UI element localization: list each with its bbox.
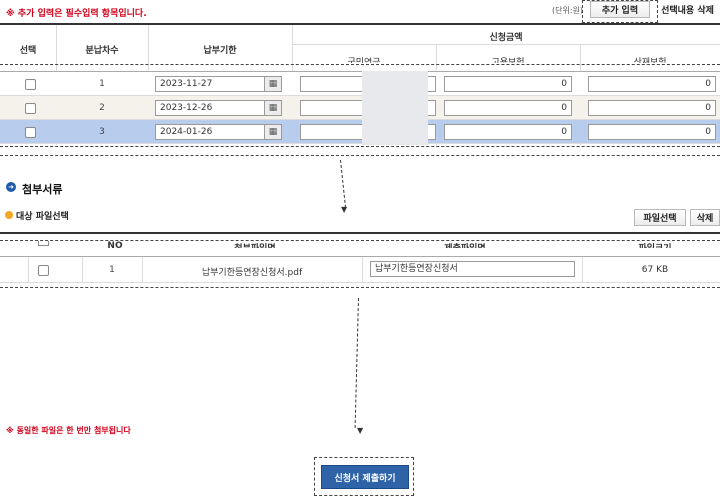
col-divider — [28, 257, 29, 283]
header-due-date: 납부기한 — [203, 46, 237, 56]
employment-amount-input[interactable]: 0 — [444, 124, 572, 140]
orange-dot-icon — [5, 211, 13, 219]
arrow-head-icon: ▼ — [341, 205, 348, 214]
header-size: 파일크기 — [600, 241, 710, 248]
submit-application-button[interactable]: 신청서 제출하기 — [321, 465, 409, 489]
redacted-overlay — [362, 71, 428, 145]
due-date-input[interactable]: 2024-01-26 — [155, 124, 265, 140]
employment-amount-input[interactable]: 0 — [444, 76, 572, 92]
unit-label: (단위:원) — [552, 6, 584, 15]
header-industrial: 산재보험 — [633, 58, 667, 63]
scroll-boundary — [0, 64, 720, 65]
header-divider — [292, 44, 720, 45]
subsection-title: 대상 파일선택 — [16, 212, 69, 222]
table-top-border — [0, 232, 720, 234]
row-checkbox[interactable] — [38, 265, 49, 276]
attached-file-name: 납부기한등연장신청서.pdf — [201, 268, 303, 278]
industrial-amount-input[interactable]: 0 — [588, 100, 716, 116]
scroll-boundary — [0, 287, 720, 288]
file-size: 67 KB — [641, 265, 669, 275]
row-number: 1 — [99, 79, 105, 89]
arrow-head-icon: ▼ — [357, 426, 364, 435]
row-checkbox[interactable] — [25, 79, 36, 90]
header-select: 선택 — [19, 46, 37, 56]
table-row-selected: 3 2024-01-26 ▦ 0 0 — [0, 120, 720, 144]
industrial-amount-input[interactable]: 0 — [588, 76, 716, 92]
col-divider — [362, 257, 363, 283]
header-employment: 고용보험 — [491, 58, 525, 63]
scroll-boundary — [0, 146, 720, 147]
arrow-line — [354, 297, 359, 428]
col-divider — [142, 257, 143, 283]
table-row: 1 납부기한등연장신청서.pdf 납부기한등연장신청서 67 KB — [0, 257, 720, 283]
col-divider — [582, 257, 583, 283]
header-file-name: 첨부파일명 — [170, 241, 340, 248]
table-row: 1 2023-11-27 ▦ 0 0 — [0, 72, 720, 96]
header-amount-group: 신청금액 — [489, 33, 523, 43]
duplicate-file-notice: ※ 동일한 파일은 한 번만 첨부됩니다 — [6, 426, 131, 435]
delete-button[interactable]: 삭제 — [690, 209, 720, 226]
col-divider — [82, 257, 83, 283]
add-input-button[interactable]: 추가 입력 — [590, 1, 650, 18]
header-installment: 분납차수 — [85, 46, 119, 56]
delete-selected-button[interactable]: 선택내용 삭제 — [655, 1, 720, 18]
calendar-icon[interactable]: ▦ — [264, 76, 282, 92]
header-submit-name: 제출파일명 — [380, 241, 550, 248]
row-checkbox[interactable] — [25, 127, 36, 138]
header-national: 국민연금 — [347, 58, 381, 63]
employment-amount-input[interactable]: 0 — [444, 100, 572, 116]
section-title: 첨부서류 — [22, 183, 63, 196]
due-date-input[interactable]: 2023-12-26 — [155, 100, 265, 116]
row-number: 3 — [99, 127, 105, 137]
header-no: NO — [107, 241, 123, 248]
arrow-line — [340, 159, 347, 208]
calendar-icon[interactable]: ▦ — [264, 124, 282, 140]
file-select-button[interactable]: 파일선택 — [634, 209, 686, 226]
row-checkbox[interactable] — [25, 103, 36, 114]
required-notice: ※ 추가 입력은 필수입력 항목입니다. — [6, 9, 147, 19]
circle-arrow-icon: ➜ — [6, 182, 16, 192]
scroll-boundary — [0, 155, 720, 156]
table-row: 2 2023-12-26 ▦ 0 0 — [0, 96, 720, 120]
submit-file-name-input[interactable]: 납부기한등연장신청서 — [370, 261, 575, 277]
calendar-icon[interactable]: ▦ — [264, 100, 282, 116]
table-top-border — [0, 23, 720, 25]
industrial-amount-input[interactable]: 0 — [588, 124, 716, 140]
row-number: 2 — [99, 103, 105, 113]
header-checkbox[interactable] — [38, 241, 49, 246]
due-date-input[interactable]: 2023-11-27 — [155, 76, 265, 92]
